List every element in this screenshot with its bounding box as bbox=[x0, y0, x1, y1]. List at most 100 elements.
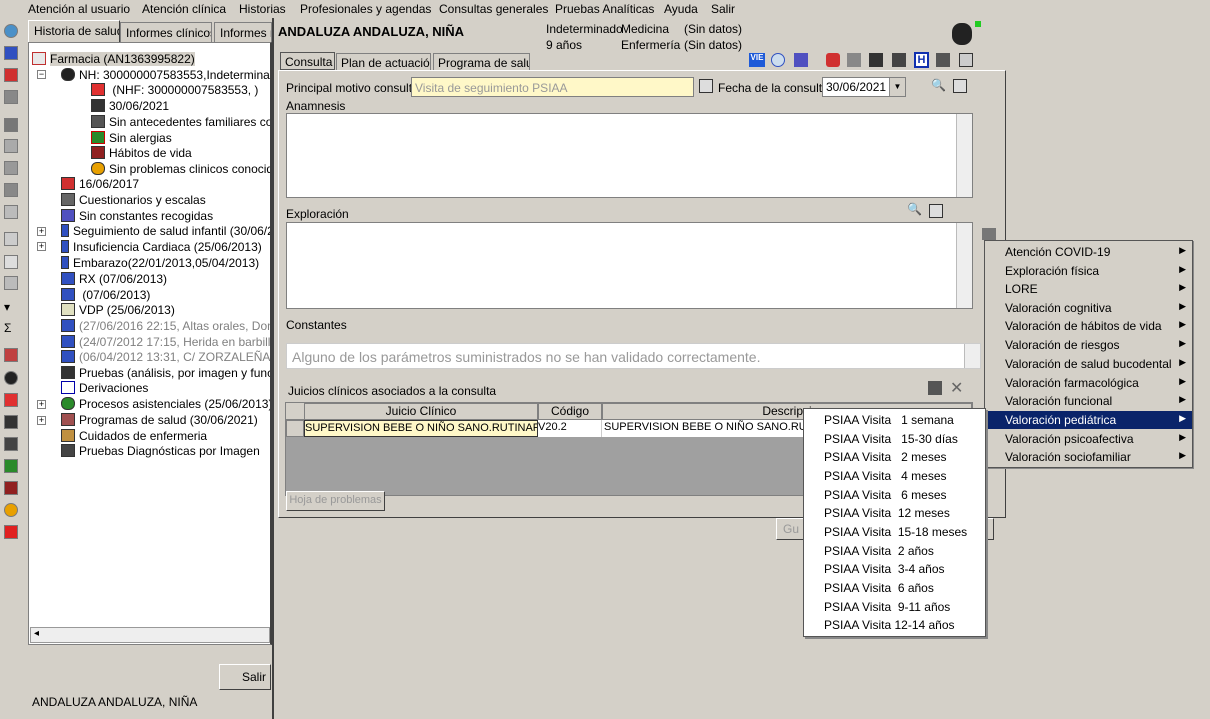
menu-pruebas[interactable]: Pruebas Analíticas bbox=[555, 2, 654, 16]
menu-salir[interactable]: Salir bbox=[711, 2, 735, 16]
menu-item-covid[interactable]: Atención COVID-19 ▶ bbox=[985, 243, 1192, 261]
globe-icon[interactable] bbox=[4, 24, 18, 38]
scissors-icon[interactable] bbox=[4, 139, 18, 153]
expander[interactable]: − bbox=[37, 70, 46, 79]
menu-item-farmacologica[interactable]: Valoración farmacológica ▶ bbox=[985, 374, 1192, 392]
zoom-icon[interactable]: 🔍 bbox=[907, 202, 922, 216]
tab-informes-re[interactable]: Informes re bbox=[214, 22, 272, 42]
menu-profesionales[interactable]: Profesionales y agendas bbox=[300, 2, 431, 16]
submenu-item[interactable]: PSIAA Visita 12 meses bbox=[824, 506, 950, 520]
pill-icon[interactable] bbox=[826, 53, 840, 67]
anamnesis-textarea[interactable] bbox=[286, 113, 973, 198]
salir-button[interactable]: Salir bbox=[219, 664, 271, 690]
menu-item-psicoafectiva[interactable]: Valoración psicoafectiva ▶ bbox=[985, 430, 1192, 448]
h-icon[interactable]: H bbox=[914, 52, 929, 68]
sum-icon[interactable]: Σ bbox=[4, 321, 18, 335]
menu-item-pediatrica[interactable]: Valoración pediátrica ▶ bbox=[985, 411, 1192, 429]
tree-item[interactable]: (24/07/2012 17:15, Herida en barbilla, D bbox=[61, 335, 270, 349]
tree-item[interactable]: Cuidados de enfermeria bbox=[61, 429, 207, 443]
lock-icon[interactable] bbox=[959, 53, 973, 67]
pages-icon[interactable] bbox=[4, 276, 18, 290]
pill-icon[interactable] bbox=[4, 68, 18, 82]
expander[interactable]: + bbox=[37, 416, 46, 425]
menu-consultas[interactable]: Consultas generales bbox=[439, 2, 548, 16]
exploracion-scrollbar[interactable] bbox=[956, 223, 972, 308]
tree-item[interactable]: 30/06/2021 bbox=[91, 99, 169, 113]
tree-item[interactable]: Hábitos de vida bbox=[91, 146, 192, 160]
tree-item[interactable]: Pruebas (análisis, por imagen y funciona… bbox=[61, 366, 270, 380]
tree-item[interactable]: NH: 300000007583553,Indeterminado,9 bbox=[61, 68, 270, 82]
submenu-item[interactable]: PSIAA Visita 15-30 días bbox=[824, 432, 958, 446]
grid-icon[interactable] bbox=[794, 53, 808, 67]
tree-item[interactable]: Procesos asistenciales (25/06/2013) bbox=[61, 397, 270, 411]
dropdown-icon[interactable]: ▾ bbox=[4, 300, 18, 314]
templates-icon[interactable] bbox=[982, 228, 996, 240]
menu-item-lore[interactable]: LORE ▶ bbox=[985, 280, 1192, 298]
tree-item[interactable]: Sin constantes recogidas bbox=[61, 209, 213, 223]
menu-item-valoracion-cognitiva[interactable]: Valoración cognitiva ▶ bbox=[985, 299, 1192, 317]
tab-historia-salud[interactable]: Historia de salud bbox=[28, 20, 120, 42]
close-icon[interactable]: ✕ bbox=[950, 378, 963, 398]
menu-atencion-clinica[interactable]: Atención clínica bbox=[142, 2, 226, 16]
lock-icon[interactable] bbox=[699, 79, 713, 93]
cell-icon[interactable] bbox=[4, 503, 18, 517]
zoom-icon[interactable]: 🔍 bbox=[931, 78, 946, 92]
lock-icon[interactable] bbox=[953, 79, 967, 93]
expander[interactable]: + bbox=[37, 242, 46, 251]
submenu-item[interactable]: PSIAA Visita 2 meses bbox=[824, 450, 947, 464]
hoja-problemas-button[interactable]: Hoja de problemas bbox=[286, 491, 385, 511]
tree-item[interactable]: Programas de salud (30/06/2021) bbox=[61, 413, 258, 427]
submenu-item[interactable]: PSIAA Visita 2 años bbox=[824, 544, 934, 558]
search-icon[interactable] bbox=[4, 232, 18, 246]
tree-item[interactable]: Insuficiencia Cardiaca (25/06/2013) bbox=[61, 240, 262, 254]
tree-item[interactable]: Cuestionarios y escalas bbox=[61, 193, 206, 207]
cup-icon[interactable] bbox=[4, 481, 18, 495]
tab-programa-salud[interactable]: Programa de salud bbox=[433, 53, 530, 70]
table-icon[interactable] bbox=[928, 381, 942, 395]
copy-icon[interactable] bbox=[4, 90, 18, 104]
tree-item[interactable]: Derivaciones bbox=[61, 381, 148, 395]
cell-juicio[interactable]: SUPERVISION BEBE O NIÑO SANO.RUTINARIA bbox=[304, 420, 538, 437]
print-icon[interactable] bbox=[4, 183, 18, 197]
guardar-button[interactable]: Gu bbox=[776, 518, 806, 540]
tab-informes-clinicos[interactable]: Informes clínicos bbox=[120, 22, 212, 42]
house-icon[interactable] bbox=[4, 393, 18, 407]
motivo-field[interactable]: Visita de seguimiento PSIAA bbox=[411, 77, 694, 97]
user-icon[interactable] bbox=[4, 371, 18, 385]
menu-ayuda[interactable]: Ayuda bbox=[664, 2, 698, 16]
grey-square-icon[interactable] bbox=[847, 53, 861, 67]
submenu-item[interactable]: PSIAA Visita 6 meses bbox=[824, 488, 947, 502]
grid-header-codigo[interactable]: Código bbox=[538, 403, 602, 420]
family-tree-icon[interactable] bbox=[4, 437, 18, 451]
expander[interactable]: + bbox=[37, 400, 46, 409]
bed-icon[interactable] bbox=[4, 415, 18, 429]
tree-item[interactable]: Pruebas Diagnósticas por Imagen bbox=[61, 444, 260, 458]
tree-item[interactable]: (06/04/2012 13:31, C/ ZORZALEÑA, 2 bbox=[61, 350, 270, 364]
tree-item[interactable]: VDP (25/06/2013) bbox=[61, 303, 175, 317]
tree-item[interactable]: (NHF: 300000007583553, ) bbox=[91, 83, 258, 97]
menu-item-funcional[interactable]: Valoración funcional ▶ bbox=[985, 392, 1192, 410]
book-icon[interactable] bbox=[4, 46, 18, 60]
menu-item-habitos-vida[interactable]: Valoración de hábitos de vida ▶ bbox=[985, 317, 1192, 335]
tree-item[interactable]: RX (07/06/2013) bbox=[61, 272, 167, 286]
submenu-item[interactable]: PSIAA Visita 3-4 años bbox=[824, 562, 945, 576]
tree-item[interactable]: Sin alergias bbox=[91, 131, 172, 145]
submenu-item[interactable]: PSIAA Visita 1 semana bbox=[824, 413, 954, 427]
anamnesis-scrollbar[interactable] bbox=[956, 114, 972, 197]
menu-atencion-usuario[interactable]: Atención al usuario bbox=[28, 2, 130, 16]
menu-item-riesgos[interactable]: Valoración de riesgos ▶ bbox=[985, 336, 1192, 354]
tree-item[interactable]: Sin antecedentes familiares conoc bbox=[91, 115, 270, 129]
exploracion-textarea[interactable] bbox=[286, 222, 973, 309]
menu-item-sociofamiliar[interactable]: Valoración sociofamiliar ▶ bbox=[985, 448, 1192, 466]
submenu-item[interactable]: PSIAA Visita 6 años bbox=[824, 581, 934, 595]
tab-consulta[interactable]: Consulta bbox=[280, 52, 335, 70]
tree-item[interactable]: 16/06/2017 bbox=[61, 177, 139, 191]
grid-header-juicio[interactable]: Juicio Clínico bbox=[304, 403, 538, 420]
undo-icon[interactable] bbox=[4, 205, 18, 219]
id-card-icon[interactable] bbox=[4, 348, 18, 362]
tree-item[interactable]: Farmacia (AN1363995822) bbox=[32, 52, 195, 66]
vie-icon[interactable]: VIE bbox=[749, 53, 765, 67]
expander[interactable]: + bbox=[37, 227, 46, 236]
image-test-icon[interactable] bbox=[892, 53, 906, 67]
documents-icon[interactable] bbox=[936, 53, 950, 67]
